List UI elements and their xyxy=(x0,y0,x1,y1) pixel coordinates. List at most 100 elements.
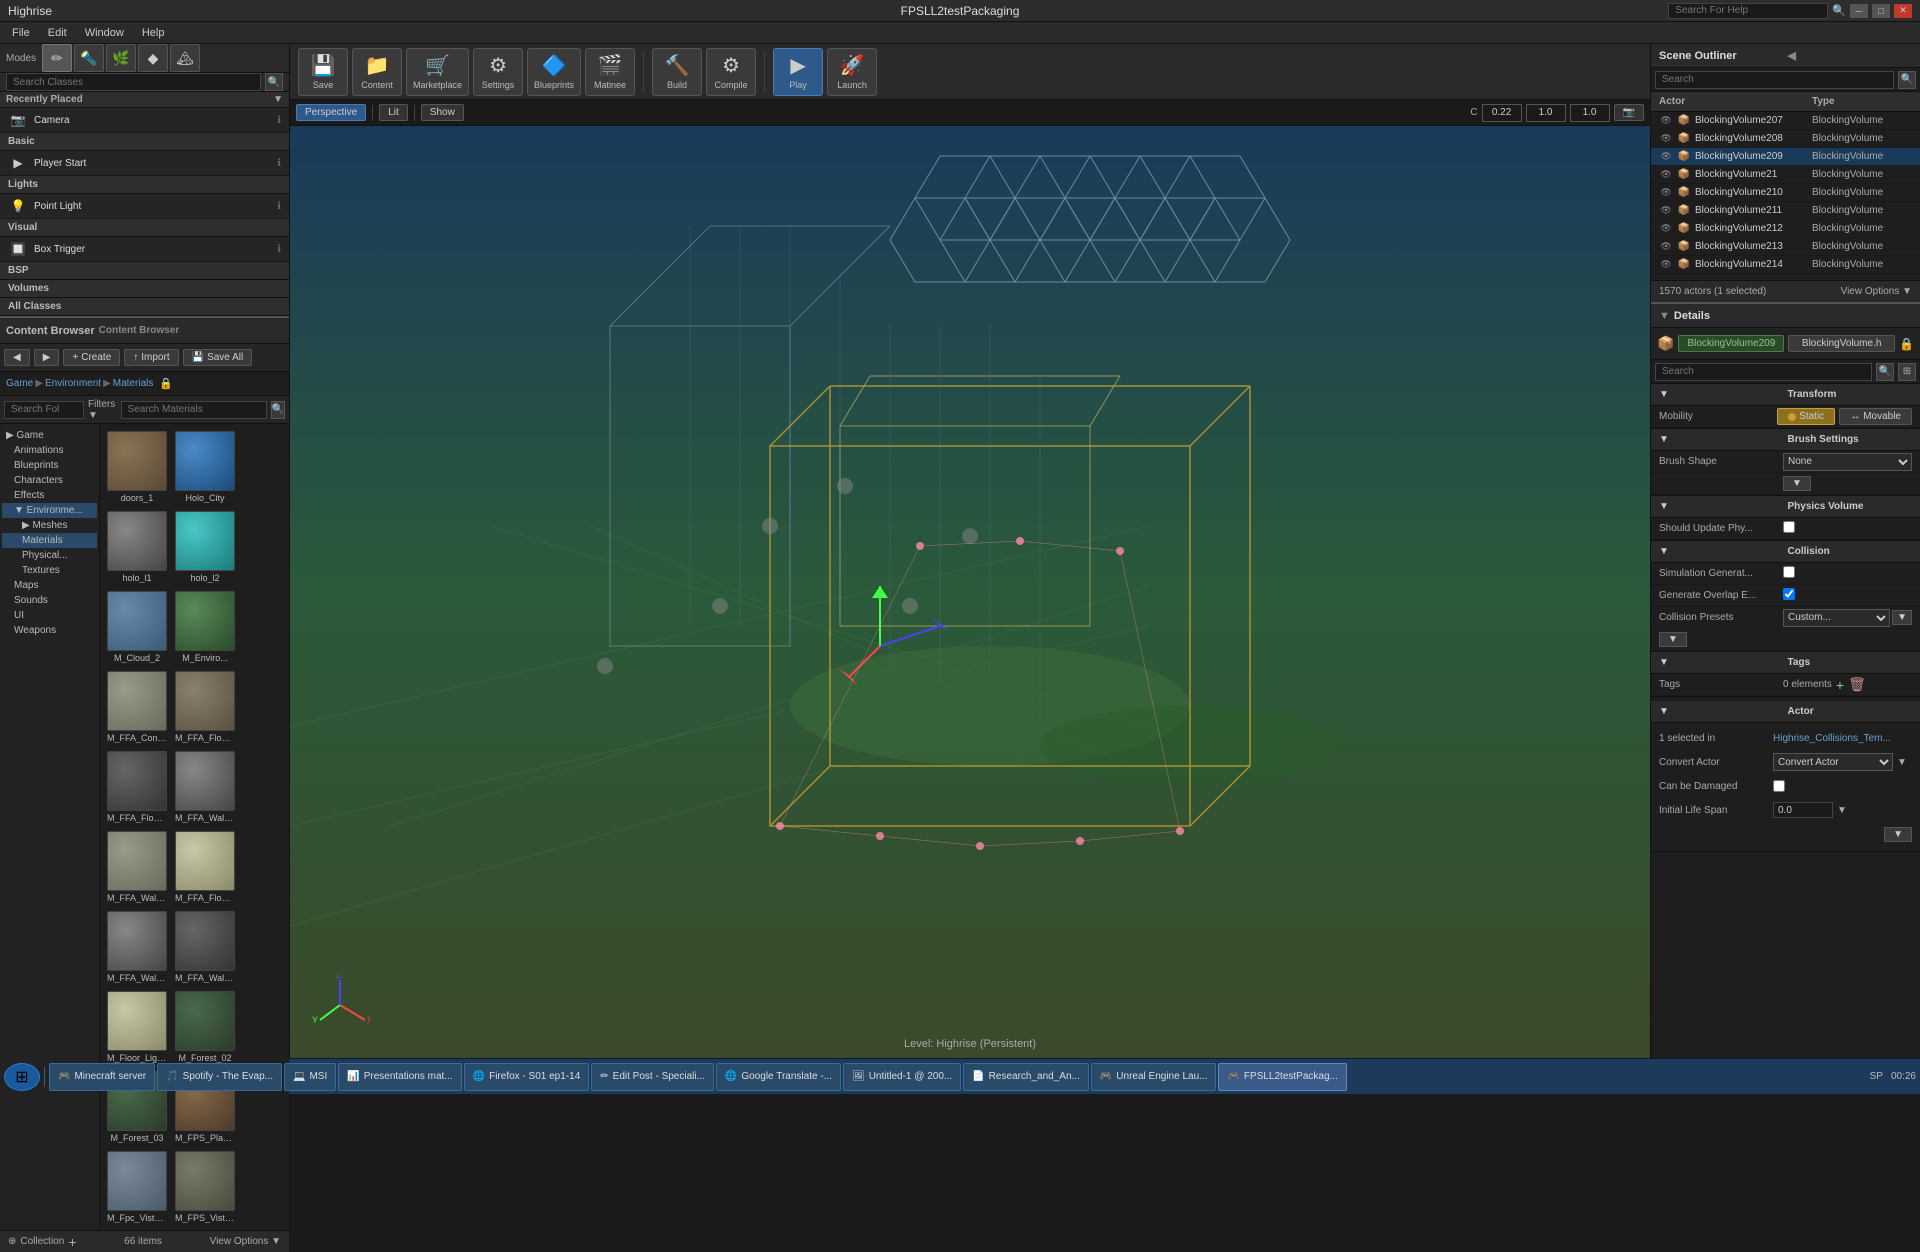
taskbar-editpost[interactable]: ✏ Edit Post - Speciali... xyxy=(591,1063,714,1091)
play-toolbar-btn[interactable]: ▶ Play xyxy=(773,48,823,96)
taskbar-msi[interactable]: 💻 MSI xyxy=(284,1063,336,1091)
path-materials[interactable]: Materials xyxy=(113,378,154,389)
launch-toolbar-btn[interactable]: 🚀 Launch xyxy=(827,48,877,96)
vp-camera-settings-btn[interactable]: 📷 xyxy=(1614,104,1644,121)
collision-presets-select[interactable]: Custom... NoCollision BlockAll xyxy=(1783,609,1890,627)
material-item-mwall05[interactable]: M_FFA_Wall_05 xyxy=(172,908,238,986)
tree-item-sounds[interactable]: Sounds xyxy=(2,593,97,608)
actor-file-tag[interactable]: BlockingVolume.h xyxy=(1788,335,1895,352)
cb-create-btn[interactable]: + Create xyxy=(63,349,120,366)
tree-item-animations[interactable]: Animations xyxy=(2,443,97,458)
tags-remove-icon[interactable]: 🗑 xyxy=(1848,676,1866,693)
menu-edit[interactable]: Edit xyxy=(40,25,75,41)
outliner-search-input[interactable] xyxy=(1655,71,1894,89)
material-item-mcloud2[interactable]: M_Cloud_2 xyxy=(104,588,170,666)
initial-life-span-input[interactable] xyxy=(1773,802,1833,818)
view-options-outliner-btn[interactable]: View Options ▼ xyxy=(1841,286,1912,297)
outliner-item-214[interactable]: 👁 📦 BlockingVolume214 BlockingVolume xyxy=(1651,256,1920,274)
camera-info[interactable]: ℹ xyxy=(277,115,281,126)
outliner-item-210[interactable]: 👁 📦 BlockingVolume210 BlockingVolume xyxy=(1651,184,1920,202)
category-bsp[interactable]: BSP xyxy=(0,262,289,280)
material-item-doors1[interactable]: doors_1 xyxy=(104,428,170,506)
tree-item-weapons[interactable]: Weapons xyxy=(2,623,97,638)
search-help-icon[interactable]: 🔍 xyxy=(1832,4,1846,17)
vp-num2-input[interactable] xyxy=(1570,104,1610,122)
settings-toolbar-btn[interactable]: ⚙ Settings xyxy=(473,48,523,96)
taskbar-spotify[interactable]: 🎵 Spotify - The Evap... xyxy=(157,1063,282,1091)
tree-item-meshes[interactable]: ▶ Meshes xyxy=(2,518,97,533)
material-item-holo-city[interactable]: Holo_City xyxy=(172,428,238,506)
vp-lit-btn[interactable]: Lit xyxy=(379,104,408,121)
material-item-holo-l1[interactable]: holo_l1 xyxy=(104,508,170,586)
taskbar-minecraft[interactable]: 🎮 Minecraft server xyxy=(49,1063,155,1091)
build-toolbar-btn[interactable]: 🔨 Build xyxy=(652,48,702,96)
search-materials-icon[interactable]: 🔍 xyxy=(271,401,285,419)
menu-window[interactable]: Window xyxy=(77,25,132,41)
tree-item-physical[interactable]: Physical... xyxy=(2,548,97,563)
outliner-expand-icon[interactable]: ◀ xyxy=(1788,49,1913,62)
details-grid-icon[interactable]: ⊞ xyxy=(1898,363,1916,381)
outliner-item-21[interactable]: 👁 📦 BlockingVolume21 BlockingVolume xyxy=(1651,166,1920,184)
material-item-mwall04bright[interactable]: M_FFA_Wall_04_Brighter... xyxy=(104,908,170,986)
simulation-checkbox[interactable] xyxy=(1783,566,1795,578)
actor-name-tag[interactable]: BlockingVolume209 xyxy=(1678,335,1784,352)
cb-filters-btn[interactable]: Filters ▼ xyxy=(88,399,117,421)
cb-save-all-btn[interactable]: 💾 Save All xyxy=(183,349,253,366)
taskbar-googletranslate[interactable]: 🌐 Google Translate -... xyxy=(716,1063,841,1091)
category-volumes[interactable]: Volumes xyxy=(0,280,289,298)
update-physics-checkbox[interactable] xyxy=(1783,521,1795,533)
cb-import-btn[interactable]: ↑ Import xyxy=(124,349,178,366)
material-item-mfloorlights[interactable]: M_Floor_Lights xyxy=(104,988,170,1066)
can-be-damaged-checkbox[interactable] xyxy=(1773,780,1785,792)
save-toolbar-btn[interactable]: 💾 Save xyxy=(298,48,348,96)
category-all-classes[interactable]: All Classes xyxy=(0,298,289,316)
taskbar-research[interactable]: 📄 Research_and_An... xyxy=(963,1063,1089,1091)
tree-item-textures[interactable]: Textures xyxy=(2,563,97,578)
cb-back-btn[interactable]: ◀ xyxy=(4,349,30,366)
category-visual[interactable]: Visual xyxy=(0,219,289,237)
mode-btn-paint[interactable]: 🔦 xyxy=(74,44,104,72)
vp-show-btn[interactable]: Show xyxy=(421,104,464,121)
material-item-mfpcvista[interactable]: M_Fpc_Vista_City xyxy=(104,1148,170,1226)
tags-header[interactable]: ▼ Tags xyxy=(1651,652,1920,674)
collection-add-btn[interactable]: + xyxy=(68,1234,76,1250)
taskbar-unrealengine[interactable]: 🎮 Unreal Engine Lau... xyxy=(1091,1063,1217,1091)
minimize-button[interactable]: ─ xyxy=(1850,4,1868,18)
collision-down-btn[interactable]: ▼ xyxy=(1659,632,1687,647)
outliner-item-209[interactable]: 👁 📦 BlockingVolume209 BlockingVolume xyxy=(1651,148,1920,166)
tree-item-ui[interactable]: UI xyxy=(2,608,97,623)
placed-item-camera[interactable]: 📷 Camera ℹ xyxy=(0,108,289,133)
convert-actor-arrow[interactable]: ▼ xyxy=(1897,757,1907,768)
tree-item-blueprints[interactable]: Blueprints xyxy=(2,458,97,473)
actor-down-btn[interactable]: ▼ xyxy=(1884,827,1912,842)
movable-btn[interactable]: ↔ Movable xyxy=(1839,408,1912,425)
blueprints-toolbar-btn[interactable]: 🔷 Blueprints xyxy=(527,48,581,96)
search-materials-input[interactable] xyxy=(121,401,267,419)
box-trigger-info[interactable]: ℹ xyxy=(277,244,281,255)
viewport[interactable]: Perspective Lit Show C 📷 xyxy=(290,100,1650,1058)
material-item-mconcrete[interactable]: M_FFA_Concrete_WallPla... xyxy=(104,668,170,746)
mode-btn-geometry[interactable]: ◆ xyxy=(138,44,168,72)
material-item-holo-l2[interactable]: holo_l2 xyxy=(172,508,238,586)
path-game[interactable]: Game xyxy=(6,378,33,389)
static-btn[interactable]: Static xyxy=(1777,408,1835,425)
collision-presets-down-btn[interactable]: ▼ xyxy=(1892,610,1912,625)
physics-volume-header[interactable]: ▼ Physics Volume xyxy=(1651,496,1920,518)
placed-item-player-start[interactable]: ▶ Player Start ℹ xyxy=(0,151,289,176)
mode-btn-select[interactable]: ✏ xyxy=(42,44,72,72)
brush-shape-down-btn[interactable]: ▼ xyxy=(1783,476,1811,491)
tree-item-environment[interactable]: ▼ Environme... xyxy=(2,503,97,518)
material-item-mfloorbrighter[interactable]: M_FFA_Floor_02_Brighter xyxy=(172,828,238,906)
brush-shape-select[interactable]: None Box Sphere xyxy=(1783,453,1912,471)
vp-perspective-btn[interactable]: Perspective xyxy=(296,104,366,121)
details-search-input[interactable] xyxy=(1655,363,1872,381)
material-item-mwall04[interactable]: M_FFA_Wall_04 xyxy=(104,828,170,906)
life-span-arrow[interactable]: ▼ xyxy=(1837,805,1847,816)
transform-header[interactable]: ▼ Transform xyxy=(1651,384,1920,406)
tree-item-effects[interactable]: Effects xyxy=(2,488,97,503)
material-item-mfloor02[interactable]: M_FFA_Floor_02 xyxy=(172,668,238,746)
content-toolbar-btn[interactable]: 📁 Content xyxy=(352,48,402,96)
cb-forward-btn[interactable]: ▶ xyxy=(34,349,60,366)
tree-item-maps[interactable]: Maps xyxy=(2,578,97,593)
material-item-mwall01[interactable]: M_FFA_Wall_01 xyxy=(172,748,238,826)
